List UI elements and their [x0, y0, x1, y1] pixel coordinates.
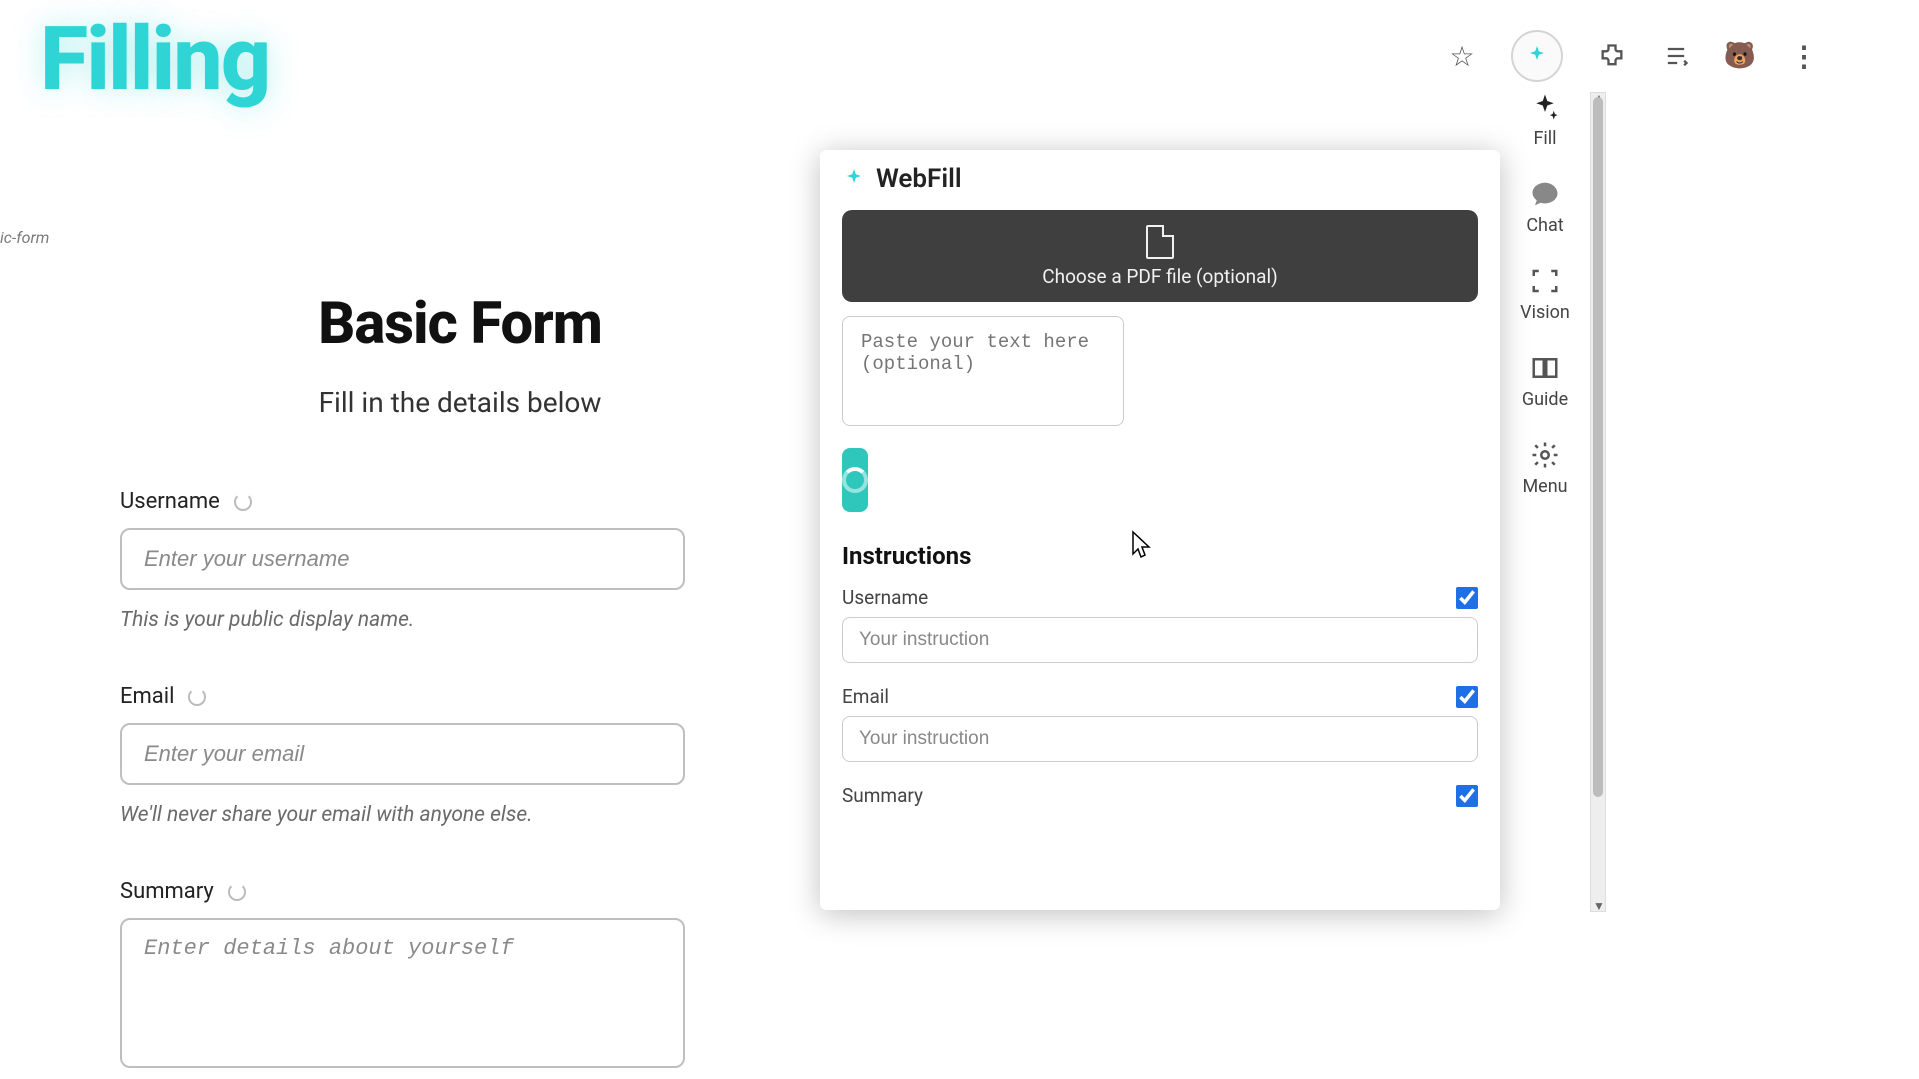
scroll-down-icon[interactable]: ▼ [1593, 899, 1605, 913]
browser-toolbar: ☆ 🐻 ⋮ [1447, 30, 1819, 82]
panel-title: WebFill [876, 164, 962, 194]
profile-avatar-icon[interactable]: 🐻 [1725, 41, 1755, 71]
paste-text-input[interactable] [842, 316, 1124, 426]
url-fragment: ic-form [0, 228, 49, 247]
rail-guide[interactable]: Guide [1522, 353, 1568, 410]
field-summary: Summary [120, 879, 800, 1072]
gear-icon [1530, 440, 1560, 470]
rail-label: Fill [1533, 128, 1556, 149]
summary-label: Summary [120, 879, 214, 904]
instruction-input[interactable] [842, 716, 1478, 762]
instruction-input[interactable] [842, 617, 1478, 663]
username-hint: This is your public display name. [120, 608, 800, 632]
form-subtitle: Fill in the details below [120, 386, 800, 419]
instruction-checkbox[interactable] [1456, 686, 1478, 708]
choose-pdf-button[interactable]: Choose a PDF file (optional) [842, 210, 1478, 302]
side-rail: Fill Chat Vision Guide Menu [1500, 92, 1590, 497]
rail-label: Guide [1522, 389, 1568, 410]
chat-icon [1530, 179, 1560, 209]
instruction-username: Username [842, 586, 1478, 663]
instruction-summary: Summary [842, 784, 1478, 807]
instruction-label: Summary [842, 784, 923, 807]
rail-chat[interactable]: Chat [1526, 179, 1563, 236]
summary-textarea[interactable] [120, 918, 685, 1068]
sparkle-fill-icon [1530, 92, 1560, 122]
rail-menu[interactable]: Menu [1522, 440, 1567, 497]
instruction-checkbox[interactable] [1456, 587, 1478, 609]
loading-spinner-icon [234, 493, 252, 511]
instruction-label: Username [842, 586, 928, 609]
sparkle-icon [842, 167, 866, 191]
email-label: Email [120, 684, 174, 709]
choose-pdf-label: Choose a PDF file (optional) [1042, 265, 1278, 288]
book-icon [1530, 353, 1560, 383]
rail-label: Menu [1522, 476, 1567, 497]
instruction-label: Email [842, 685, 889, 708]
email-input[interactable] [120, 723, 685, 785]
rail-label: Chat [1526, 215, 1563, 236]
username-input[interactable] [120, 528, 685, 590]
field-email: Email We'll never share your email with … [120, 684, 800, 827]
instructions-heading: Instructions [842, 542, 1478, 570]
form-title: Basic Form [120, 290, 800, 358]
brand-logo: Filling [40, 8, 269, 111]
kebab-menu-icon[interactable]: ⋮ [1789, 41, 1819, 71]
extension-active-icon[interactable] [1511, 30, 1563, 82]
email-hint: We'll never share your email with anyone… [120, 803, 800, 827]
extensions-icon[interactable] [1597, 41, 1627, 71]
instruction-email: Email [842, 685, 1478, 762]
loading-spinner-icon [188, 688, 206, 706]
username-label: Username [120, 489, 220, 514]
reading-list-icon[interactable] [1661, 41, 1691, 71]
loading-spinner-icon [228, 883, 246, 901]
webfill-panel: WebFill Choose a PDF file (optional) Ins… [820, 150, 1500, 910]
bookmark-star-icon[interactable]: ☆ [1447, 41, 1477, 71]
rail-vision[interactable]: Vision [1520, 266, 1570, 323]
rail-fill[interactable]: Fill [1530, 92, 1560, 149]
scrollbar-thumb[interactable] [1593, 97, 1603, 797]
scan-icon [1530, 266, 1560, 296]
file-icon [1146, 225, 1174, 259]
fill-button[interactable] [842, 448, 868, 512]
loading-spinner-icon [842, 467, 868, 493]
panel-scrollbar[interactable]: ▲ ▼ [1590, 92, 1606, 912]
rail-label: Vision [1520, 302, 1570, 323]
basic-form: Basic Form Fill in the details below Use… [120, 290, 800, 1079]
field-username: Username This is your public display nam… [120, 489, 800, 632]
instruction-checkbox[interactable] [1456, 785, 1478, 807]
